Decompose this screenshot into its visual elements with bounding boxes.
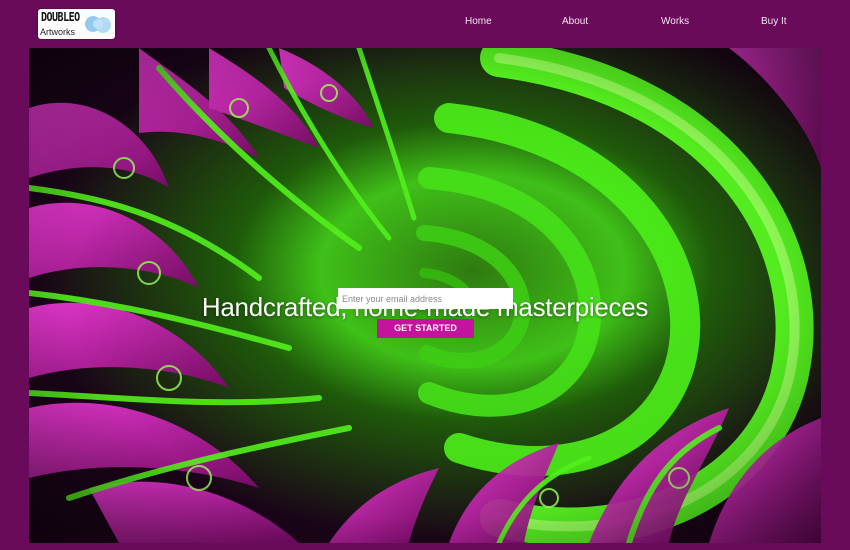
nav-about[interactable]: About: [562, 15, 588, 28]
get-started-button[interactable]: GET STARTED: [377, 319, 474, 338]
brand-logo[interactable]: DOUBLEO Artworks: [38, 9, 115, 39]
double-circle-logo-icon: [85, 16, 111, 33]
email-input[interactable]: [338, 288, 513, 309]
logo-subtitle: Artworks: [40, 27, 76, 37]
nav-buy-it[interactable]: Buy It: [761, 15, 787, 28]
top-navbar: DOUBLEO Artworks Home About Works Buy It: [0, 0, 850, 46]
nav-works[interactable]: Works: [661, 15, 689, 28]
hero-section: Handcrafted, home-made masterpieces GET …: [29, 48, 821, 543]
logo-wordmark: DOUBLEO: [41, 11, 80, 25]
page: DOUBLEO Artworks Home About Works Buy It: [0, 0, 850, 550]
nav-home[interactable]: Home: [465, 15, 492, 28]
